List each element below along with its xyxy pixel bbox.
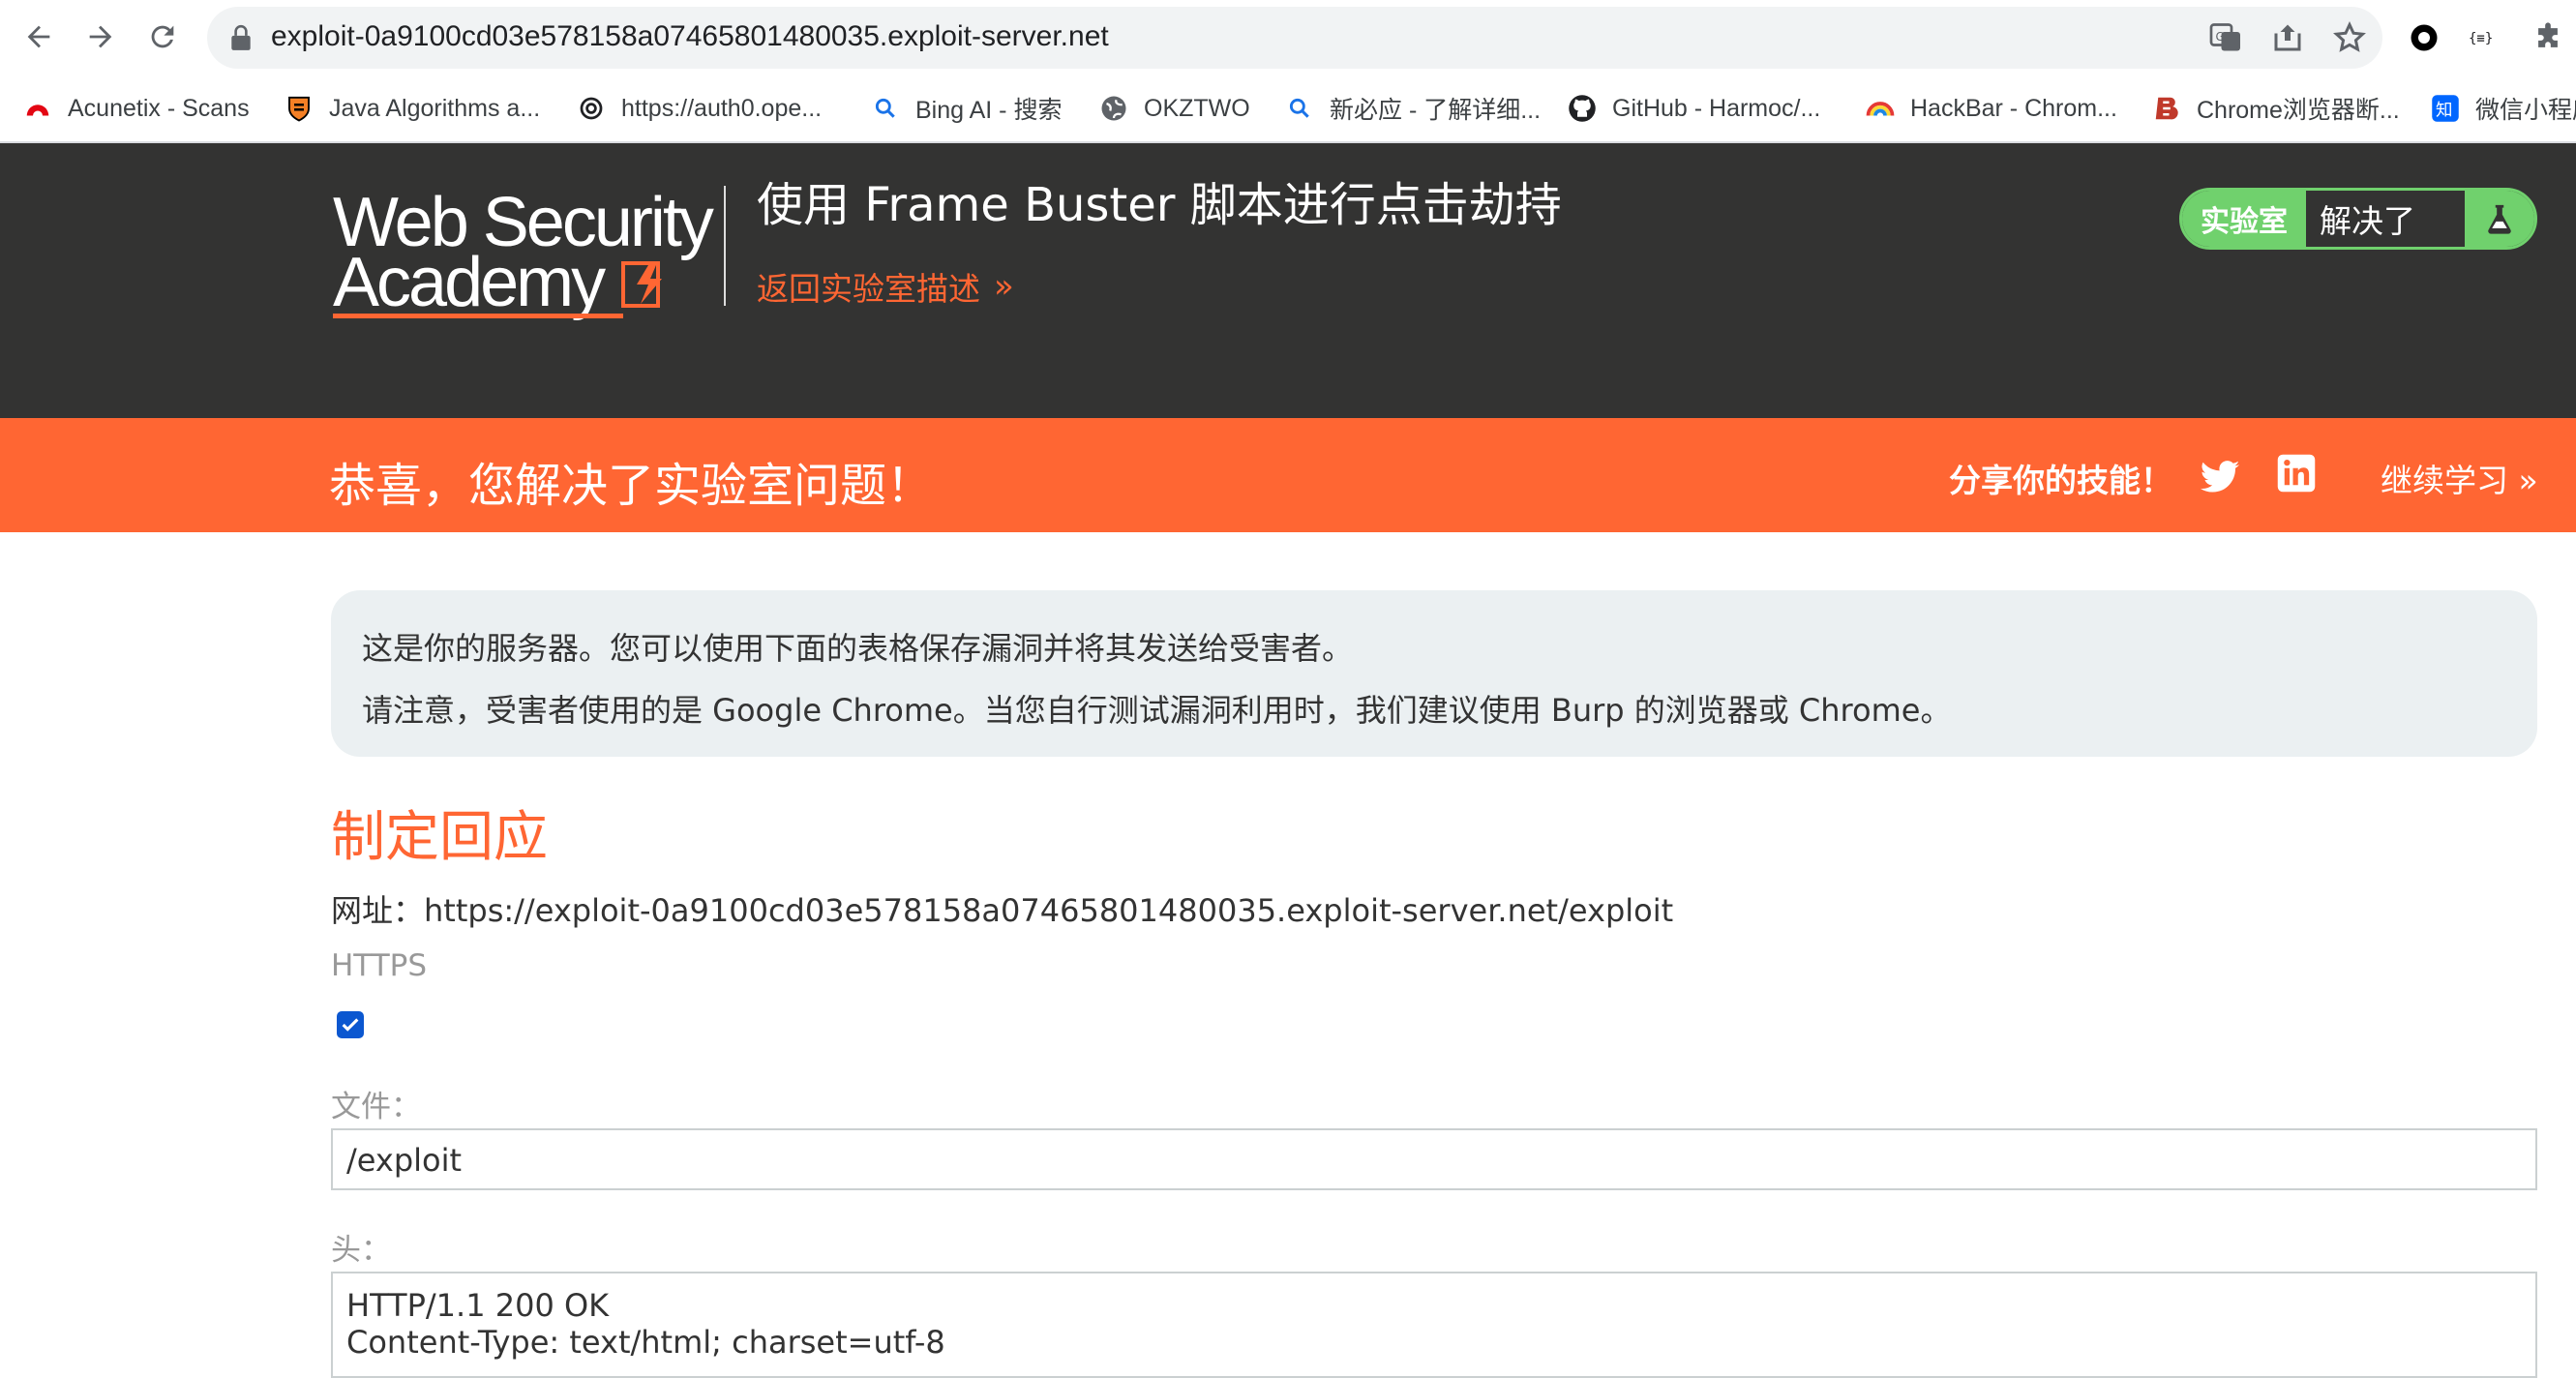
zhihu-icon: 知 xyxy=(2431,94,2460,123)
logo-line2: Academy xyxy=(333,244,606,321)
info-line-1: 这是你的服务器。您可以使用下面的表格保存漏洞并将其发送给受害者。 xyxy=(362,630,1354,667)
lock-icon xyxy=(231,24,251,50)
share-icon[interactable] xyxy=(2270,20,2305,55)
solved-message: 恭喜，您解决了实验室问题！ xyxy=(329,459,934,513)
github-icon xyxy=(1568,94,1597,123)
arrow-left-icon xyxy=(27,25,50,48)
share-skills-label: 分享你的技能！ xyxy=(1949,462,2172,499)
head-line-1: HTTP/1.1 200 OK xyxy=(346,1287,610,1324)
browser-toolbar: exploit-0a9100cd03e578158a07465801480035… xyxy=(0,0,2576,75)
head-label: 头： xyxy=(331,1233,391,1268)
acunetix-icon xyxy=(23,94,52,123)
bookmark-github[interactable]: GitHub - Harmoc/... xyxy=(1568,87,1820,130)
server-info-box: 这是你的服务器。您可以使用下面的表格保存漏洞并将其发送给受害者。 请注意，受害者… xyxy=(331,590,2537,757)
lab-title: 使用 Frame Buster 脚本进行点击劫持 xyxy=(757,178,1562,232)
bookmark-hackbar[interactable]: HackBar - Chrom... xyxy=(1866,87,2117,130)
header-divider xyxy=(724,186,726,306)
reload-button[interactable] xyxy=(139,14,186,60)
info-line-2: 请注意，受害者使用的是 Google Chrome。当您自行测试漏洞利用时，我们… xyxy=(362,692,1952,729)
continue-learning-link[interactable]: 继续学习 » xyxy=(2381,455,2538,501)
bookmark-wechat-mini[interactable]: 知 微信小程序 xyxy=(2431,87,2576,130)
https-label: HTTPS xyxy=(331,948,428,983)
reload-icon xyxy=(151,25,174,48)
bookmark-auth0[interactable]: https://auth0.ope... xyxy=(577,87,822,130)
openai-icon xyxy=(577,94,606,123)
head-line-2: Content-Type: text/html; charset=utf-8 xyxy=(346,1324,945,1361)
bookmarks-bar: Acunetix - Scans Java Algorithms a... ht… xyxy=(0,75,2576,143)
flask-icon xyxy=(2465,191,2534,247)
head-textarea[interactable]: HTTP/1.1 200 OK Content-Type: text/html;… xyxy=(331,1272,2537,1378)
craft-response-heading: 制定回应 xyxy=(331,806,548,869)
bookmark-acunetix[interactable]: Acunetix - Scans xyxy=(23,87,250,130)
twitter-icon[interactable] xyxy=(2199,455,2241,497)
lab-status-label: 实验室 xyxy=(2182,191,2306,247)
bookmark-java-algorithms[interactable]: Java Algorithms a... xyxy=(285,87,540,130)
puzzle-extension-icon[interactable] xyxy=(2528,17,2568,58)
globe-icon xyxy=(1099,94,1128,123)
b-logo-icon xyxy=(2152,94,2181,123)
lab-status-widget: 实验室 解决了 xyxy=(2179,188,2537,250)
bookmark-new-bing[interactable]: 新必应 - 了解详细... xyxy=(1285,87,1541,130)
logo-underline xyxy=(333,314,623,318)
address-bar-url: exploit-0a9100cd03e578158a07465801480035… xyxy=(271,20,1109,52)
linkedin-icon[interactable] xyxy=(2276,453,2317,494)
search-icon xyxy=(871,94,900,123)
svg-text:知: 知 xyxy=(2436,101,2453,120)
back-link-label: 返回实验室描述 xyxy=(757,270,980,308)
lightning-bolt-icon xyxy=(621,261,662,308)
double-chevron-right-icon: » xyxy=(2518,462,2538,499)
solved-banner: 恭喜，您解决了实验室问题！ 分享你的技能！ 继续学习 » xyxy=(0,418,2576,532)
star-icon[interactable] xyxy=(2332,20,2367,55)
file-label: 文件： xyxy=(331,1090,421,1124)
hackbar-icon xyxy=(1866,94,1895,123)
bookmark-bing-ai[interactable]: Bing AI - 搜索 xyxy=(871,87,1062,130)
continue-learning-label: 继续学习 xyxy=(2381,462,2508,499)
translate-icon[interactable]: G xyxy=(2208,20,2243,55)
princeton-shield-icon xyxy=(285,94,314,123)
json-extension-icon[interactable]: {≡} xyxy=(2466,17,2506,58)
extension-circle-icon[interactable] xyxy=(2404,17,2444,58)
double-chevron-right-icon: » xyxy=(994,267,1014,306)
search-icon xyxy=(1285,94,1314,123)
back-to-lab-description-link[interactable]: 返回实验室描述 » xyxy=(757,263,1014,310)
checkmark-icon xyxy=(342,1018,359,1032)
svg-text:G: G xyxy=(2216,30,2225,44)
arrow-right-icon xyxy=(89,25,112,48)
forward-button[interactable] xyxy=(77,14,124,60)
bookmark-chrome-breakpoint[interactable]: Chrome浏览器断... xyxy=(2152,87,2400,130)
bookmark-okztwo[interactable]: OKZTWO xyxy=(1099,87,1250,130)
lab-status-value: 解决了 xyxy=(2306,191,2465,247)
exploit-url: 网址：https://exploit-0a9100cd03e578158a074… xyxy=(331,892,1674,929)
address-bar[interactable]: exploit-0a9100cd03e578158a07465801480035… xyxy=(207,7,2382,69)
svg-text:{≡}: {≡} xyxy=(2469,31,2493,46)
file-input[interactable]: /exploit xyxy=(331,1128,2537,1190)
back-button[interactable] xyxy=(15,14,62,60)
https-checkbox[interactable] xyxy=(337,1011,364,1038)
